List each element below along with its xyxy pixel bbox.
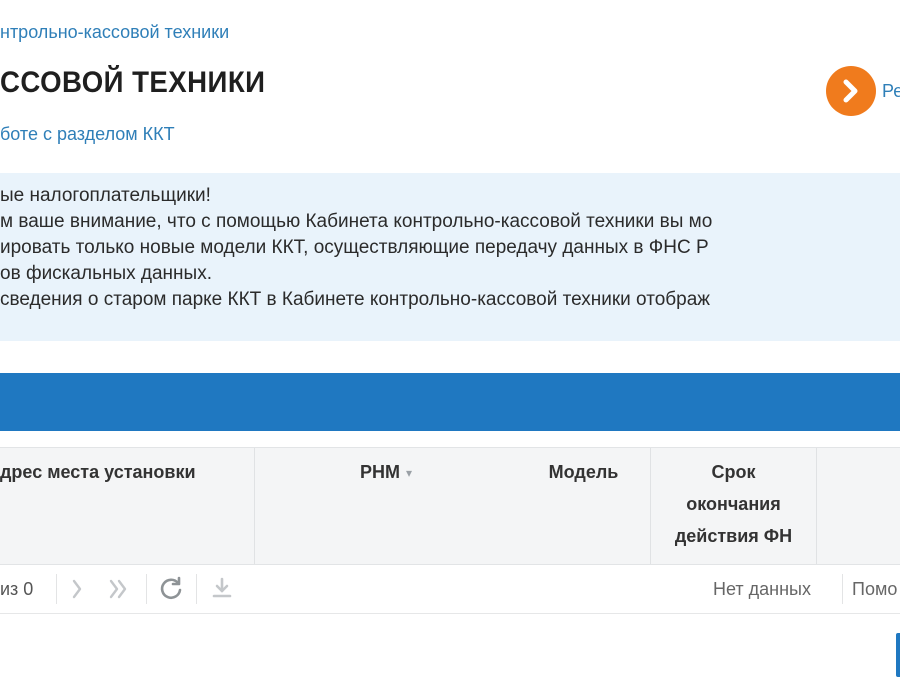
pager-divider: [56, 574, 57, 604]
page: нтрольно-кассовой техники ССОВОЙ ТЕХНИКИ…: [0, 0, 900, 700]
page-title: ССОВОЙ ТЕХНИКИ: [0, 66, 266, 99]
notice-line: сведения о старом парке ККТ в Кабинете к…: [0, 289, 710, 310]
next-page-button[interactable]: [62, 574, 92, 604]
column-header-expiry[interactable]: Срок окончания действия ФН: [651, 448, 817, 564]
double-chevron-right-icon: [109, 579, 127, 599]
refresh-button[interactable]: [156, 574, 186, 604]
download-icon: [212, 577, 232, 598]
notice-box: ые налогоплательщики! м ваше внимание, ч…: [0, 173, 900, 341]
column-header-address[interactable]: дрес места установки: [0, 448, 255, 564]
column-header-rnm[interactable]: РНМ ▾: [255, 448, 517, 564]
bottom-action-button[interactable]: [896, 633, 900, 677]
notice-line: ые налогоплательщики!: [0, 185, 211, 206]
last-page-button[interactable]: [104, 574, 134, 604]
pager-page-count: из 0: [0, 579, 34, 599]
sort-caret-icon: ▾: [405, 466, 413, 481]
chevron-right-icon: [826, 66, 876, 116]
refresh-icon: [160, 576, 182, 600]
pager-divider: [146, 574, 147, 604]
column-header-model-label: Модель: [548, 462, 619, 482]
pager-help-link[interactable]: Помо: [852, 579, 897, 600]
column-header-expiry-line: окончания: [686, 494, 781, 514]
pager: из 0 Нет данных Помо: [0, 566, 900, 614]
table-header: дрес места установки РНМ ▾ Модель Срок ок…: [0, 447, 900, 565]
column-header-expiry-line: действия ФН: [674, 526, 793, 546]
breadcrumb[interactable]: нтрольно-кассовой техники: [0, 22, 229, 43]
pager-divider: [842, 574, 843, 604]
column-header-model[interactable]: Модель: [517, 448, 651, 564]
chevron-right-icon: [72, 579, 82, 599]
notice-line: ов фискальных данных.: [0, 263, 212, 284]
notice-line: ировать только новые модели ККТ, осущест…: [0, 237, 709, 258]
column-header-rnm-label: РНМ: [359, 462, 400, 482]
table-toolbar-bar: [0, 373, 900, 431]
top-action-label: Ре: [882, 80, 900, 101]
notice-line: м ваше внимание, что с помощью Кабинета …: [0, 211, 713, 232]
pager-status-text: Нет данных: [713, 579, 811, 599]
download-button[interactable]: [207, 574, 237, 604]
top-action-button[interactable]: Ре: [826, 66, 900, 116]
help-link[interactable]: боте с разделом ККТ: [0, 124, 175, 145]
column-header-expiry-line: Срок: [711, 462, 756, 482]
pager-divider: [196, 574, 197, 604]
column-header-address-label: дрес места установки: [0, 462, 196, 482]
